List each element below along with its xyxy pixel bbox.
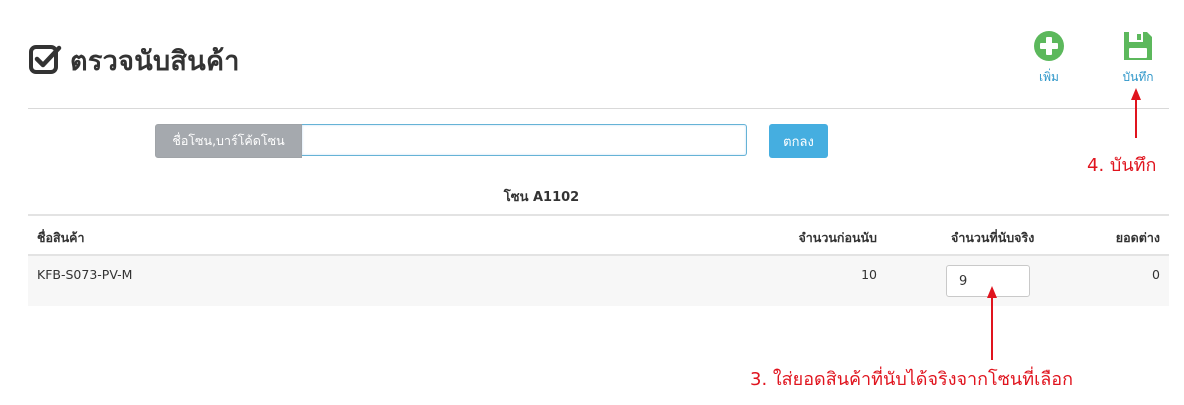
floppy-disk-icon bbox=[1124, 32, 1152, 60]
header-qty-before: จำนวนก่อนนับ bbox=[798, 230, 877, 245]
plus-circle-icon bbox=[1034, 31, 1064, 61]
add-button-label: เพิ่ม bbox=[1039, 70, 1059, 84]
check-square-icon bbox=[29, 45, 62, 74]
add-button[interactable]: เพิ่ม bbox=[1030, 30, 1068, 87]
header-difference: ยอดต่าง bbox=[1115, 230, 1160, 245]
zone-title: โซน A1102 bbox=[503, 190, 580, 205]
header-qty-counted: จำนวนที่นับจริง bbox=[951, 230, 1035, 245]
annotation-arrow-count bbox=[987, 286, 997, 360]
zone-search-group: ชื่อโซน,บาร์โค้ดโซน bbox=[155, 124, 747, 158]
annotation-step-4: 4. บันทึก bbox=[1087, 155, 1157, 176]
save-button[interactable]: บันทึก bbox=[1116, 30, 1160, 87]
annotation-step-3: 3. ใส่ยอดสินค้าที่นับได้จริงจากโซนที่เลื… bbox=[750, 369, 1073, 390]
page-title: ตรวจนับสินค้า bbox=[28, 40, 240, 80]
ok-button[interactable]: ตกลง bbox=[769, 124, 828, 158]
annotation-arrow-save bbox=[1131, 88, 1141, 138]
cell-qty-before: 10 bbox=[861, 267, 877, 282]
header-divider bbox=[28, 108, 1169, 109]
zone-search-input[interactable] bbox=[302, 124, 747, 156]
save-button-label: บันทึก bbox=[1122, 70, 1154, 84]
page-title-text: ตรวจนับสินค้า bbox=[70, 45, 240, 77]
zone-search-addon: ชื่อโซน,บาร์โค้ดโซน bbox=[155, 124, 302, 158]
cell-difference: 0 bbox=[1152, 267, 1160, 282]
cell-product-name: KFB-S073-PV-M bbox=[37, 267, 133, 282]
header-product-name: ชื่อสินค้า bbox=[37, 230, 85, 245]
table-header: ชื่อสินค้า จำนวนก่อนนับ จำนวนที่นับจริง … bbox=[28, 214, 1169, 256]
